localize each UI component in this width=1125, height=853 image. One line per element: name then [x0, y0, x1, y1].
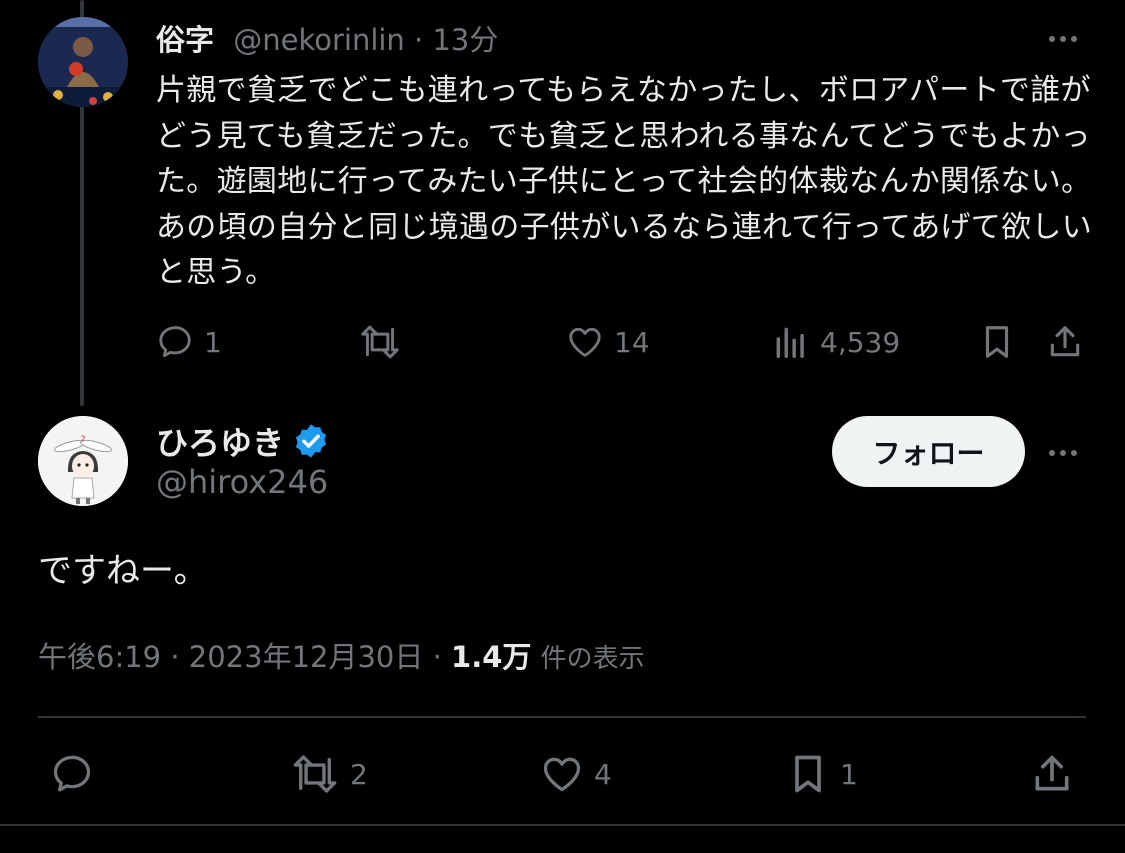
- more-options-button[interactable]: [1046, 436, 1080, 478]
- share-button[interactable]: [1030, 752, 1074, 796]
- bookmark-count: 1: [840, 757, 858, 791]
- share-icon: [1035, 755, 1069, 791]
- retweet-icon: [361, 325, 399, 359]
- reply-button[interactable]: 1: [156, 323, 222, 361]
- share-button[interactable]: [1046, 323, 1084, 361]
- like-count: 4: [594, 757, 612, 791]
- view-count: 1.4万: [451, 640, 532, 674]
- bookmark-button[interactable]: [978, 323, 1016, 361]
- tweet-header: 俗字 @nekorinlin · 13分: [156, 20, 498, 60]
- verified-badge-icon: [295, 424, 327, 458]
- reply-button[interactable]: [50, 752, 104, 796]
- svg-text:?: ?: [81, 435, 86, 445]
- more-options-button[interactable]: [1046, 22, 1080, 64]
- divider: [0, 824, 1125, 826]
- reply-icon: [159, 326, 191, 358]
- divider: [38, 716, 1086, 718]
- avatar-illustration-icon: ?: [38, 416, 128, 506]
- retweet-button[interactable]: 2: [290, 752, 368, 796]
- more-horizontal-icon: [1049, 450, 1077, 456]
- view-count-suffix: 件の表示: [540, 644, 645, 674]
- avatar-photo-icon: [38, 17, 128, 107]
- heart-icon: [569, 327, 601, 357]
- separator-dot: ·: [170, 640, 180, 674]
- bookmark-button[interactable]: 1: [786, 752, 858, 796]
- separator-dot: ·: [432, 640, 442, 674]
- reply-icon: [53, 755, 91, 792]
- like-button[interactable]: 14: [566, 323, 650, 361]
- views-button[interactable]: 4,539: [772, 323, 900, 361]
- avatar[interactable]: ?: [38, 416, 128, 506]
- bookmark-icon: [795, 755, 821, 793]
- user-handle[interactable]: @nekorinlin: [233, 23, 405, 57]
- separator-dot: ·: [414, 23, 424, 57]
- view-count: 4,539: [820, 325, 901, 359]
- display-name[interactable]: ひろゆき: [156, 418, 284, 464]
- heart-icon: [543, 757, 581, 792]
- retweet-count: 2: [350, 757, 368, 791]
- tweet-text: ですねー。: [38, 551, 208, 591]
- tweet-time[interactable]: 午後6:19: [38, 640, 161, 674]
- analytics-icon: [776, 327, 804, 358]
- reply-count: 1: [204, 325, 222, 359]
- tweet-text: 片親で貧乏でどこも連れってもらえなかったし、ボロアパートで誰がどう見ても貧乏だっ…: [156, 73, 1092, 290]
- share-icon: [1050, 326, 1080, 357]
- like-count: 14: [614, 325, 650, 359]
- timestamp[interactable]: 13分: [432, 23, 498, 57]
- like-button[interactable]: 4: [540, 752, 612, 796]
- follow-button[interactable]: フォロー: [832, 416, 1025, 487]
- more-horizontal-icon: [1049, 36, 1077, 42]
- tweet-date[interactable]: 2023年12月30日: [189, 640, 424, 674]
- user-handle[interactable]: @hirox246: [156, 463, 328, 501]
- bookmark-icon: [985, 326, 1009, 358]
- avatar[interactable]: [38, 17, 128, 107]
- user-name-row: ひろゆき: [156, 418, 330, 464]
- retweet-icon: [293, 755, 337, 793]
- retweet-button[interactable]: [358, 323, 412, 361]
- display-name[interactable]: 俗字: [156, 23, 214, 57]
- tweet-meta: 午後6:19 · 2023年12月30日 · 1.4万 件の表示: [38, 636, 645, 680]
